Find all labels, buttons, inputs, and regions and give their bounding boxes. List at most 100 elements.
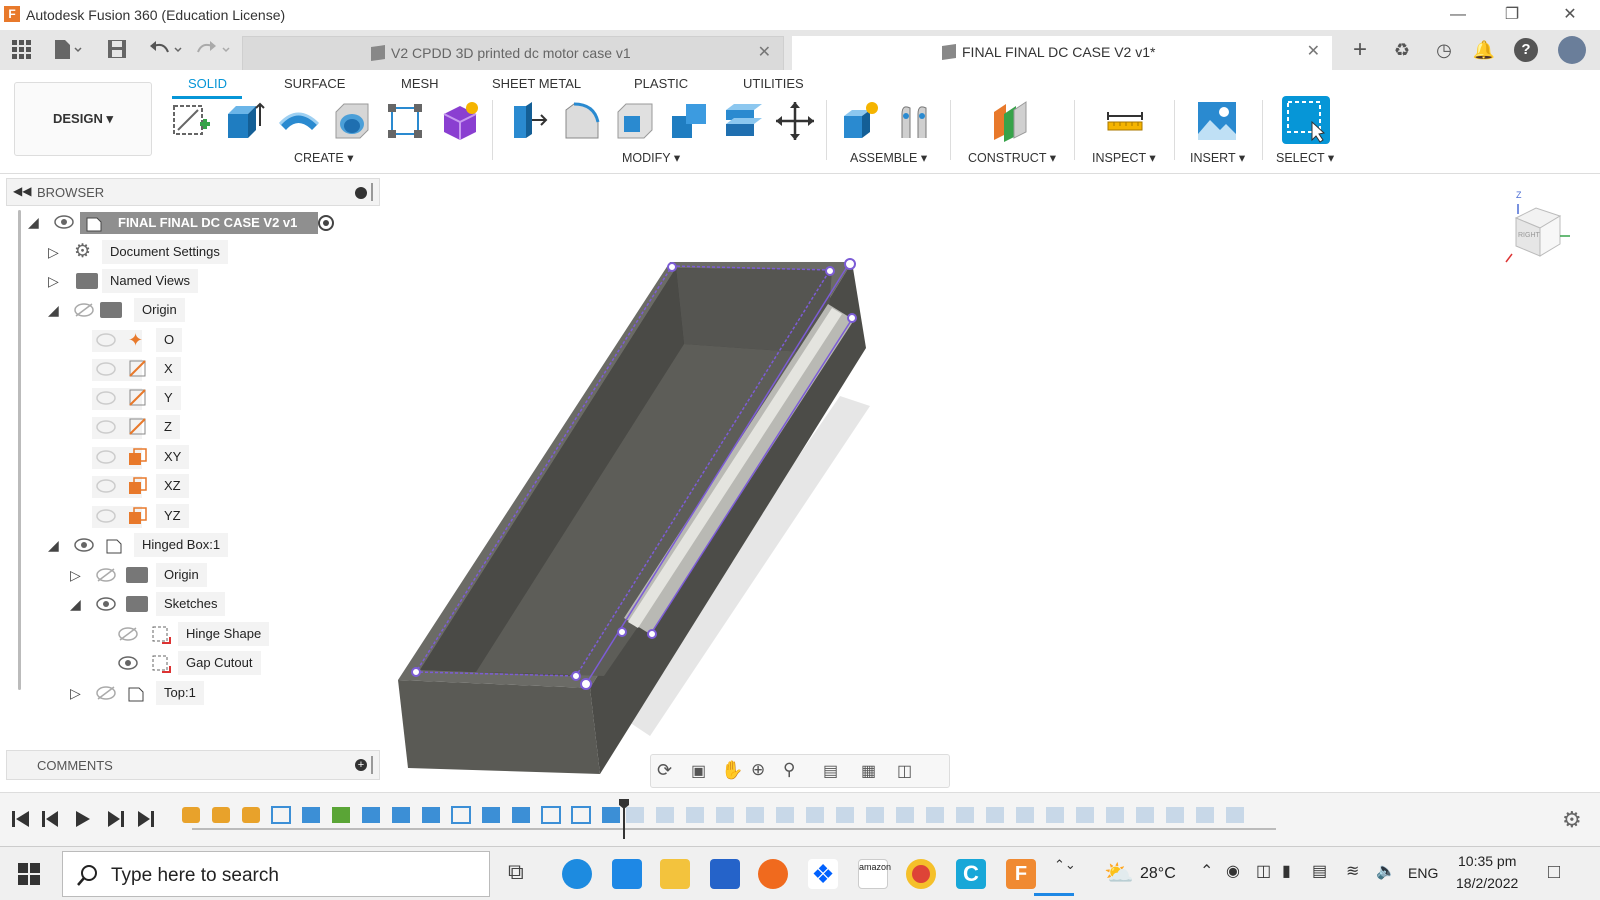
go-to-end-icon[interactable] <box>138 811 154 827</box>
tree-item-named-views[interactable]: ▷ Named Views <box>6 269 380 293</box>
volume-icon[interactable]: 🔈 <box>1376 861 1396 881</box>
hidden-eye-icon[interactable] <box>96 333 116 347</box>
hidden-eye-icon[interactable] <box>96 450 116 464</box>
save-icon[interactable] <box>106 38 128 60</box>
hidden-eye-icon[interactable] <box>96 479 116 493</box>
visibility-eye-icon[interactable] <box>96 597 116 611</box>
expand-triangle-icon[interactable]: ▷ <box>70 681 81 705</box>
comments-pin-icon[interactable] <box>371 756 373 774</box>
undo-icon[interactable] <box>148 38 182 60</box>
language-indicator[interactable]: ENG <box>1408 865 1438 881</box>
job-status-icon[interactable]: ◷ <box>1432 38 1456 62</box>
create-form-icon[interactable] <box>438 100 478 140</box>
collapse-triangle-icon[interactable]: ◢ <box>70 592 81 616</box>
tree-item-yz-plane[interactable]: YZ <box>6 504 380 528</box>
step-forward-icon[interactable] <box>108 811 124 827</box>
close-window-button[interactable]: ✕ <box>1550 4 1590 26</box>
collapse-triangle-icon[interactable]: ◢ <box>48 533 59 557</box>
tab-mesh[interactable]: MESH <box>401 76 439 91</box>
taskbar-search-box[interactable]: Type here to search <box>62 851 490 897</box>
add-comment-icon[interactable]: + <box>355 759 367 771</box>
tree-item-xy-plane[interactable]: XY <box>6 445 380 469</box>
notifications-bell-icon[interactable]: 🔔 <box>1472 38 1496 62</box>
measure-icon[interactable] <box>1104 100 1144 140</box>
modify-group-menu[interactable]: MODIFY ▾ <box>622 150 680 165</box>
select-tool-icon[interactable] <box>1282 96 1330 144</box>
tree-item-x-axis[interactable]: X <box>6 357 380 381</box>
extrude-icon[interactable] <box>224 100 265 140</box>
visibility-eye-icon[interactable] <box>74 538 94 552</box>
activate-radio-icon[interactable] <box>318 215 334 231</box>
tree-item-z-axis[interactable]: Z <box>6 415 380 439</box>
tab-final-dc-case[interactable]: FINAL FINAL DC CASE V2 v1* ✕ <box>792 36 1332 70</box>
hidden-eye-icon[interactable] <box>96 568 116 582</box>
expand-triangle-icon[interactable]: ▷ <box>48 240 59 264</box>
wifi-icon[interactable]: ≋ <box>1346 861 1359 881</box>
orbit-icon[interactable]: ⟳ <box>657 760 672 781</box>
firefox-icon[interactable] <box>758 859 788 889</box>
hidden-eye-icon[interactable] <box>96 686 116 700</box>
tree-item-hinged-box[interactable]: ◢ Hinged Box:1 <box>6 533 380 557</box>
step-back-icon[interactable] <box>42 811 58 827</box>
display-icon[interactable]: ▤ <box>1312 861 1327 881</box>
insert-group-menu[interactable]: INSERT ▾ <box>1190 150 1245 165</box>
tree-item-document-settings[interactable]: ▷ ⚙ Document Settings <box>6 240 380 264</box>
tab-plastic[interactable]: PLASTIC <box>634 76 688 91</box>
assemble-group-menu[interactable]: ASSEMBLE ▾ <box>850 150 927 165</box>
shell-icon[interactable] <box>614 100 654 140</box>
hidden-eye-icon[interactable] <box>74 303 94 317</box>
device-icon[interactable]: ◫ <box>1256 861 1271 881</box>
go-to-start-icon[interactable] <box>12 811 29 827</box>
microsoft-store-icon[interactable] <box>710 859 740 889</box>
zoom-icon[interactable]: ⊕ <box>751 760 765 780</box>
tree-item-origin-point[interactable]: ✦ O <box>6 328 380 352</box>
tree-item-gap-cutout[interactable]: Gap Cutout <box>6 651 380 675</box>
construct-group-menu[interactable]: CONSTRUCT ▾ <box>968 150 1056 165</box>
viewcube[interactable]: RIGHT Z <box>1504 190 1574 266</box>
overflow-chevron-icon[interactable]: ⌃⌄ <box>1054 857 1076 873</box>
close-tab-icon[interactable]: ✕ <box>758 37 771 69</box>
tree-item-origin[interactable]: ◢ Origin <box>6 298 380 322</box>
tree-item-xz-plane[interactable]: XZ <box>6 474 380 498</box>
fit-icon[interactable]: ⚲ <box>783 760 795 780</box>
help-icon[interactable]: ? <box>1514 38 1538 62</box>
combine-icon[interactable] <box>668 100 708 140</box>
edge-browser-icon[interactable] <box>562 859 592 889</box>
create-sketch-icon[interactable] <box>170 100 210 140</box>
tab-sheet-metal[interactable]: SHEET METAL <box>492 76 581 91</box>
c-app-icon[interactable]: C <box>956 859 986 889</box>
press-pull-icon[interactable] <box>506 100 548 140</box>
insert-canvas-icon[interactable] <box>1196 100 1236 140</box>
model-canvas[interactable] <box>380 176 1600 790</box>
collapse-triangle-icon[interactable]: ◢ <box>28 210 39 234</box>
move-icon[interactable] <box>774 100 814 140</box>
battery-icon[interactable]: ▮ <box>1282 861 1291 881</box>
hole-icon[interactable] <box>330 100 370 140</box>
revolve-icon[interactable] <box>278 100 320 140</box>
joint-icon[interactable] <box>894 100 934 140</box>
select-group-menu[interactable]: SELECT ▾ <box>1276 150 1334 165</box>
rectangular-pattern-icon[interactable] <box>384 100 424 140</box>
dropbox-icon[interactable]: ❖ <box>808 859 838 889</box>
tree-item-top[interactable]: ▷ Top:1 <box>6 681 380 705</box>
tab-v2-cpdd[interactable]: V2 CPDD 3D printed dc motor case v1 ✕ <box>242 36 784 70</box>
hidden-eye-icon[interactable] <box>96 509 116 523</box>
hidden-eye-icon[interactable] <box>96 420 116 434</box>
record-icon[interactable]: ◉ <box>1226 861 1240 881</box>
viewports-icon[interactable]: ◫ <box>897 761 912 781</box>
timeline-settings-gear-icon[interactable]: ⚙ <box>1562 807 1582 833</box>
windows-start-icon[interactable] <box>18 863 40 885</box>
create-group-menu[interactable]: CREATE ▾ <box>294 150 354 165</box>
timeline-features[interactable] <box>176 799 1286 839</box>
browser-pin-icon[interactable] <box>371 183 373 201</box>
clock-date[interactable]: 18/2/2022 <box>1456 875 1518 891</box>
offset-face-icon[interactable] <box>722 100 762 140</box>
pan-hand-icon[interactable]: ✋ <box>721 760 743 781</box>
display-settings-icon[interactable]: ▤ <box>823 761 838 781</box>
amazon-icon[interactable]: amazon <box>858 859 891 889</box>
new-component-icon[interactable] <box>840 100 880 140</box>
tree-item-hinge-shape[interactable]: Hinge Shape <box>6 622 380 646</box>
fillet-icon[interactable] <box>560 100 600 140</box>
mail-icon[interactable] <box>612 859 642 889</box>
browser-minimize-icon[interactable] <box>355 187 367 199</box>
